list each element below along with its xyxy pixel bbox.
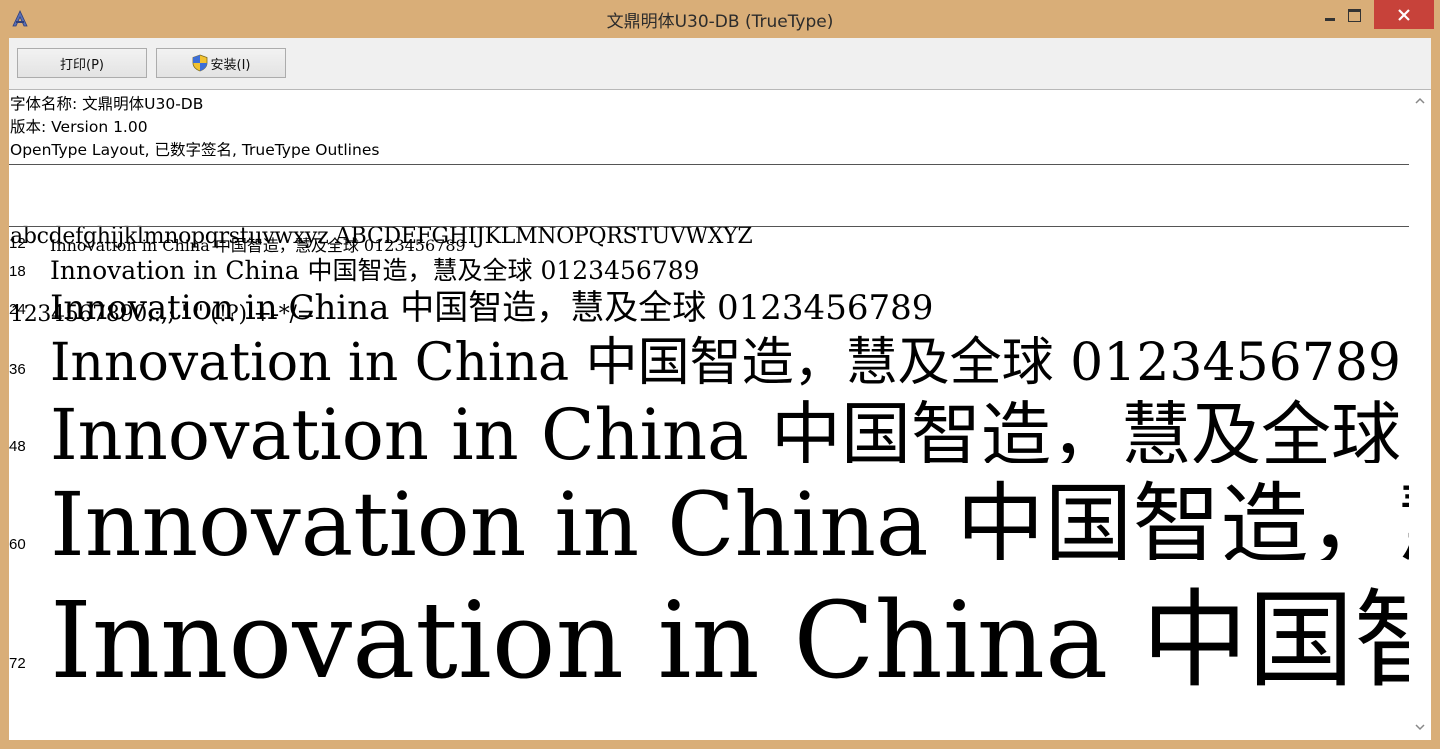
font-info: 字体名称: 文鼎明体U30-DB 版本: Version 1.00 OpenTy…: [10, 93, 379, 162]
divider: [9, 164, 1409, 165]
maximize-icon: [1347, 8, 1361, 22]
sample-text: Innovation in China 中国智造，慧及全球 0123456789: [50, 394, 1402, 463]
sample-size-label: 18: [9, 263, 26, 280]
sample-size-label: 48: [9, 438, 26, 455]
title-bar[interactable]: 文鼎明体U30-DB (TrueType): [0, 0, 1440, 38]
window-title: 文鼎明体U30-DB (TrueType): [606, 12, 834, 32]
font-name: 字体名称: 文鼎明体U30-DB: [10, 95, 204, 113]
install-button-label: 安装(I): [210, 57, 251, 73]
install-button[interactable]: 安装(I): [156, 48, 286, 78]
print-button[interactable]: 打印(P): [17, 48, 147, 78]
scroll-up-icon[interactable]: [1415, 96, 1425, 106]
close-button[interactable]: [1374, 0, 1434, 29]
shield-icon: [192, 54, 207, 72]
maximize-button[interactable]: [1333, 0, 1375, 30]
divider: [9, 226, 1409, 227]
toolbar: 打印(P) 安装(I): [9, 38, 1431, 90]
font-preview-area: 字体名称: 文鼎明体U30-DB 版本: Version 1.00 OpenTy…: [9, 90, 1431, 740]
sample-text: Innovation in China 中国智造，慧及全球 0123456789: [50, 579, 1409, 702]
sample-size-label: 60: [9, 536, 26, 553]
sample-row-36: 36 Innovation in China 中国智造，慧及全球 0123456…: [9, 320, 1409, 388]
font-viewer-window: 文鼎明体U30-DB (TrueType) 打印(P) 安装(I) 字体名称: …: [0, 0, 1440, 749]
sample-row-60: 60 Innovation in China 中国智造，慧及全球 0123456…: [9, 460, 1409, 560]
scroll-down-icon[interactable]: [1415, 722, 1425, 732]
font-features: OpenType Layout, 已数字签名, TrueType Outline…: [10, 141, 380, 159]
vertical-scrollbar[interactable]: [1410, 90, 1431, 740]
sample-size-label: 24: [9, 301, 26, 318]
sample-size-label: 36: [9, 361, 26, 378]
sample-size-label: 72: [9, 655, 26, 672]
print-button-label: 打印(P): [60, 57, 104, 73]
sample-row-72: 72 Innovation in China 中国智造，慧及全球 0123456…: [9, 560, 1409, 710]
sample-row-48: 48 Innovation in China 中国智造，慧及全球 0123456…: [9, 383, 1409, 463]
close-icon: [1398, 8, 1410, 21]
font-version: 版本: Version 1.00: [10, 118, 148, 136]
sample-text: Innovation in China 中国智造，慧及全球 0123456789: [50, 333, 1402, 388]
sample-text: Innovation in China 中国智造，慧及全球 0123456789: [50, 473, 1409, 560]
